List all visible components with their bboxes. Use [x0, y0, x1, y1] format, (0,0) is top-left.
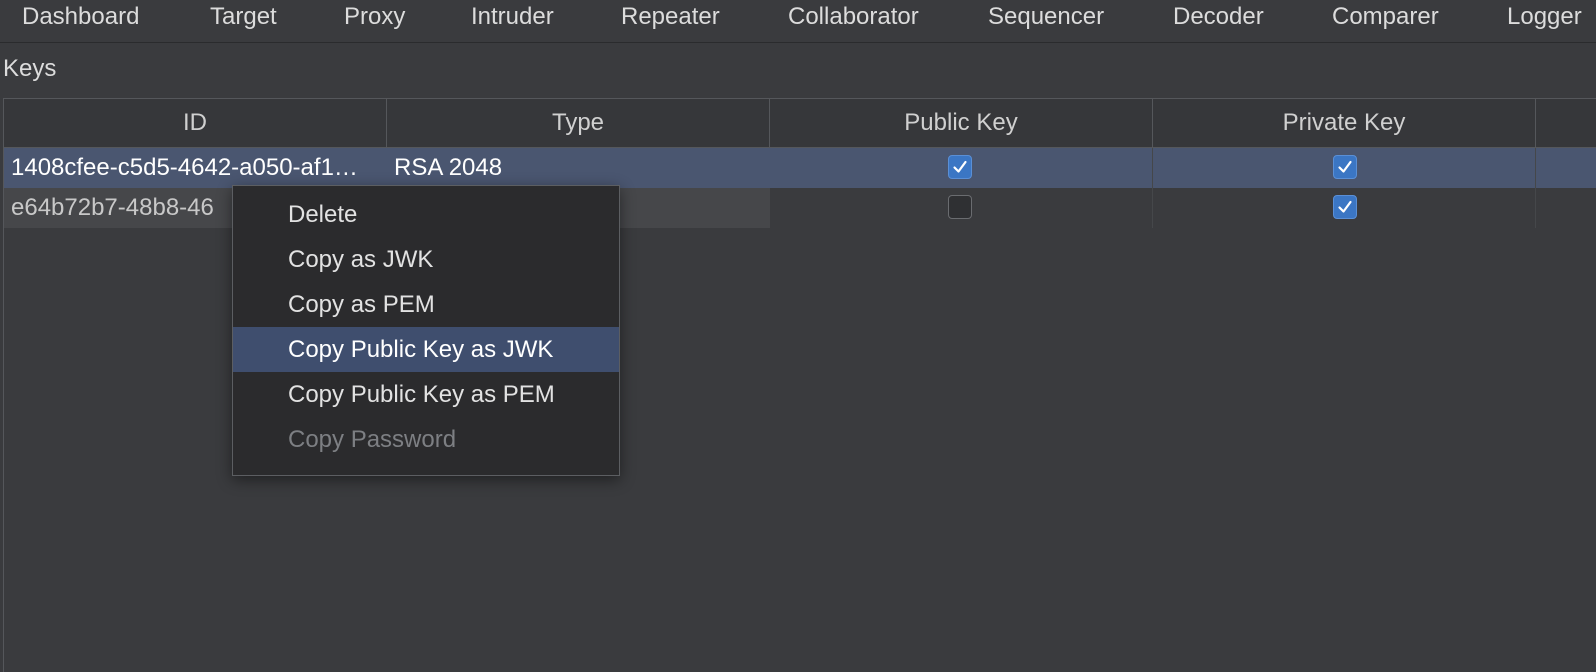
context-menu: Delete Copy as JWK Copy as PEM Copy Publ… [232, 185, 620, 476]
menu-item-copy-public-key-as-jwk[interactable]: Copy Public Key as JWK [233, 327, 619, 372]
tab-proxy[interactable]: Proxy [344, 0, 405, 36]
tab-target[interactable]: Target [210, 0, 277, 36]
menu-item-copy-password: Copy Password [288, 426, 457, 453]
tab-decoder[interactable]: Decoder [1173, 0, 1264, 36]
column-header-public-key[interactable]: Public Key [770, 99, 1153, 147]
cell-public-key [770, 188, 1153, 228]
cell-private-key [1153, 188, 1536, 228]
main-tab-bar: Dashboard Target Proxy Intruder Repeater… [0, 0, 1596, 43]
table-header: ID Type Public Key Private Key [4, 99, 1596, 148]
tab-logger[interactable]: Logger [1507, 0, 1582, 36]
tab-intruder[interactable]: Intruder [471, 0, 554, 36]
menu-item-delete[interactable]: Delete [233, 192, 619, 237]
column-header-type[interactable]: Type [387, 99, 770, 147]
menu-item-copy-public-key-as-pem[interactable]: Copy Public Key as PEM [233, 372, 619, 417]
checkmark-icon [953, 160, 967, 173]
cell-private-key [1153, 148, 1536, 188]
column-header-extra [1536, 99, 1596, 147]
menu-item-copy-as-jwk[interactable]: Copy as JWK [233, 237, 619, 282]
cell-key-id: 1408cfee-c5d5-4642-a050-af1… [11, 154, 358, 181]
tab-repeater[interactable]: Repeater [621, 0, 720, 36]
cell-public-key [770, 148, 1153, 188]
column-header-private-key[interactable]: Private Key [1153, 99, 1536, 147]
cell-key-type: RSA 2048 [394, 154, 503, 181]
public-key-checkbox[interactable] [948, 155, 972, 179]
section-title-keys: Keys [3, 55, 57, 82]
tab-dashboard[interactable]: Dashboard [22, 0, 139, 36]
column-header-id[interactable]: ID [4, 99, 387, 147]
checkmark-icon [1338, 160, 1352, 173]
tab-collaborator[interactable]: Collaborator [788, 0, 919, 36]
menu-item-copy-as-pem[interactable]: Copy as PEM [233, 282, 619, 327]
tab-comparer[interactable]: Comparer [1332, 0, 1439, 36]
tab-sequencer[interactable]: Sequencer [988, 0, 1104, 36]
table-row[interactable]: 1408cfee-c5d5-4642-a050-af1… RSA 2048 [4, 148, 1596, 188]
private-key-checkbox[interactable] [1333, 195, 1357, 219]
checkmark-icon [1338, 200, 1352, 213]
public-key-checkbox[interactable] [948, 195, 972, 219]
private-key-checkbox[interactable] [1333, 155, 1357, 179]
